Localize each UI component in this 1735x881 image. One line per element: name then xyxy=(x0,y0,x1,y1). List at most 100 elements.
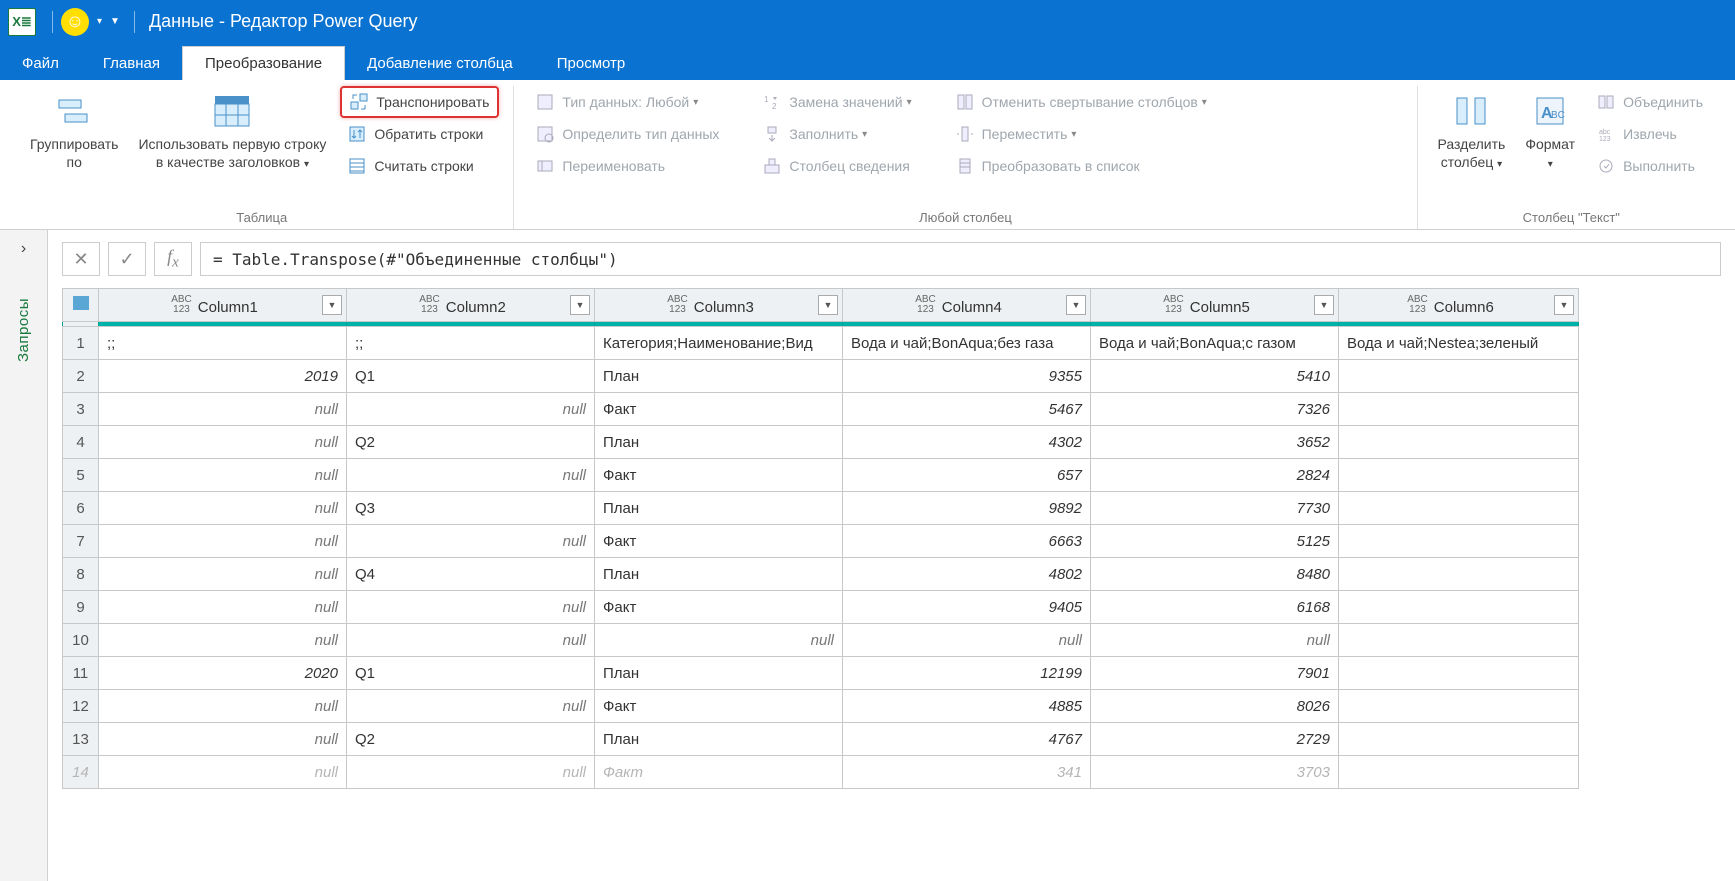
transpose-button[interactable]: Транспонировать xyxy=(340,86,499,118)
tab-file[interactable]: Файл xyxy=(0,47,81,80)
cell[interactable]: null xyxy=(99,492,347,525)
cell[interactable]: Категория;Наименование;Вид xyxy=(595,327,843,360)
row-number[interactable]: 1 xyxy=(63,327,99,360)
cell[interactable]: План xyxy=(595,492,843,525)
cell[interactable]: null xyxy=(1091,624,1339,657)
cell[interactable]: 3703 xyxy=(1091,756,1339,789)
cell[interactable]: 4885 xyxy=(843,690,1091,723)
cell[interactable]: План xyxy=(595,426,843,459)
column-header[interactable]: ABC123Column2▼ xyxy=(347,289,595,322)
column-header[interactable]: ABC123Column1▼ xyxy=(99,289,347,322)
cell[interactable]: Q1 xyxy=(347,360,595,393)
filter-dropdown-icon[interactable]: ▼ xyxy=(570,295,590,315)
table-row[interactable]: 14nullnullФакт3413703 xyxy=(63,756,1579,789)
cell[interactable]: null xyxy=(99,624,347,657)
cell[interactable]: 7326 xyxy=(1091,393,1339,426)
table-row[interactable]: 22019Q1План93555410 xyxy=(63,360,1579,393)
cell[interactable]: 8480 xyxy=(1091,558,1339,591)
filter-dropdown-icon[interactable]: ▼ xyxy=(1314,295,1334,315)
table-row[interactable]: 12nullnullФакт48858026 xyxy=(63,690,1579,723)
cell[interactable]: 6168 xyxy=(1091,591,1339,624)
row-number[interactable]: 3 xyxy=(63,393,99,426)
cell[interactable] xyxy=(1339,657,1579,690)
row-number[interactable]: 4 xyxy=(63,426,99,459)
queries-sidebar[interactable]: › Запросы xyxy=(0,230,48,881)
table-row[interactable]: 3nullnullФакт54677326 xyxy=(63,393,1579,426)
cell[interactable]: null xyxy=(347,459,595,492)
cell[interactable]: null xyxy=(99,723,347,756)
cell[interactable]: 8026 xyxy=(1091,690,1339,723)
cell[interactable]: ;; xyxy=(347,327,595,360)
cell[interactable]: Q2 xyxy=(347,723,595,756)
tab-transform[interactable]: Преобразование xyxy=(182,46,345,80)
cell[interactable]: План xyxy=(595,657,843,690)
cell[interactable]: Факт xyxy=(595,756,843,789)
cell[interactable]: План xyxy=(595,558,843,591)
data-type-button[interactable]: Тип данных: Любой▾ xyxy=(528,86,727,118)
cancel-formula-button[interactable]: ✕ xyxy=(62,242,100,276)
fx-button[interactable]: fx xyxy=(154,242,192,276)
cell[interactable]: 9355 xyxy=(843,360,1091,393)
cell[interactable]: 6663 xyxy=(843,525,1091,558)
cell[interactable]: 9405 xyxy=(843,591,1091,624)
cell[interactable]: Q4 xyxy=(347,558,595,591)
filter-dropdown-icon[interactable]: ▼ xyxy=(818,295,838,315)
table-row[interactable]: 112020Q1План121997901 xyxy=(63,657,1579,690)
table-row[interactable]: 6nullQ3План98927730 xyxy=(63,492,1579,525)
column-header[interactable]: ABC123Column5▼ xyxy=(1091,289,1339,322)
row-number[interactable]: 10 xyxy=(63,624,99,657)
cell[interactable]: ;; xyxy=(99,327,347,360)
cell[interactable] xyxy=(1339,558,1579,591)
cell[interactable]: null xyxy=(99,393,347,426)
row-number[interactable]: 8 xyxy=(63,558,99,591)
cell[interactable]: 2019 xyxy=(99,360,347,393)
select-all-icon[interactable] xyxy=(73,296,89,310)
cell[interactable]: Факт xyxy=(595,591,843,624)
table-row[interactable]: 8nullQ4План48028480 xyxy=(63,558,1579,591)
cell[interactable]: 5410 xyxy=(1091,360,1339,393)
table-row[interactable]: 4nullQ2План43023652 xyxy=(63,426,1579,459)
cell[interactable]: null xyxy=(843,624,1091,657)
cell[interactable]: 7901 xyxy=(1091,657,1339,690)
filter-dropdown-icon[interactable]: ▼ xyxy=(1066,295,1086,315)
table-row[interactable]: 1;;;;Категория;Наименование;ВидВода и ча… xyxy=(63,327,1579,360)
cell[interactable]: null xyxy=(347,624,595,657)
table-row[interactable]: 7nullnullФакт66635125 xyxy=(63,525,1579,558)
filter-dropdown-icon[interactable]: ▼ xyxy=(322,295,342,315)
unpivot-button[interactable]: Отменить свертывание столбцов▾ xyxy=(948,86,1215,118)
formula-input[interactable] xyxy=(200,242,1721,276)
parse-button[interactable]: Выполнить xyxy=(1589,150,1711,182)
split-column-button[interactable]: Разделить столбец ▾ xyxy=(1428,86,1516,177)
row-number[interactable]: 13 xyxy=(63,723,99,756)
row-number[interactable]: 6 xyxy=(63,492,99,525)
expand-sidebar-icon[interactable]: › xyxy=(21,240,26,258)
extract-button[interactable]: abc123 Извлечь xyxy=(1589,118,1711,150)
cell[interactable]: null xyxy=(99,690,347,723)
cell[interactable]: 5125 xyxy=(1091,525,1339,558)
tab-add-column[interactable]: Добавление столбца xyxy=(345,47,535,80)
cell[interactable]: Факт xyxy=(595,393,843,426)
format-button[interactable]: ABC Формат▾ xyxy=(1515,86,1585,177)
row-number[interactable]: 12 xyxy=(63,690,99,723)
merge-columns-button[interactable]: Объединить xyxy=(1589,86,1711,118)
cell[interactable] xyxy=(1339,624,1579,657)
detect-type-button[interactable]: Определить тип данных xyxy=(528,118,727,150)
cell[interactable]: 4802 xyxy=(843,558,1091,591)
smiley-icon[interactable]: ☺ xyxy=(61,8,89,36)
cell[interactable] xyxy=(1339,426,1579,459)
qat-dropdown-icon[interactable]: ▾ xyxy=(97,16,102,27)
pivot-column-button[interactable]: Столбец сведения xyxy=(755,150,919,182)
cell[interactable] xyxy=(1339,459,1579,492)
table-row[interactable]: 9nullnullФакт94056168 xyxy=(63,591,1579,624)
cell[interactable]: План xyxy=(595,360,843,393)
cell[interactable]: 4302 xyxy=(843,426,1091,459)
cell[interactable]: Q2 xyxy=(347,426,595,459)
cell[interactable] xyxy=(1339,360,1579,393)
tab-view[interactable]: Просмотр xyxy=(535,47,648,80)
cell[interactable]: null xyxy=(99,591,347,624)
group-by-button[interactable]: Группировать по xyxy=(20,86,128,177)
to-list-button[interactable]: Преобразовать в список xyxy=(948,150,1215,182)
cell[interactable]: 2824 xyxy=(1091,459,1339,492)
cell[interactable]: null xyxy=(347,591,595,624)
row-number[interactable]: 14 xyxy=(63,756,99,789)
